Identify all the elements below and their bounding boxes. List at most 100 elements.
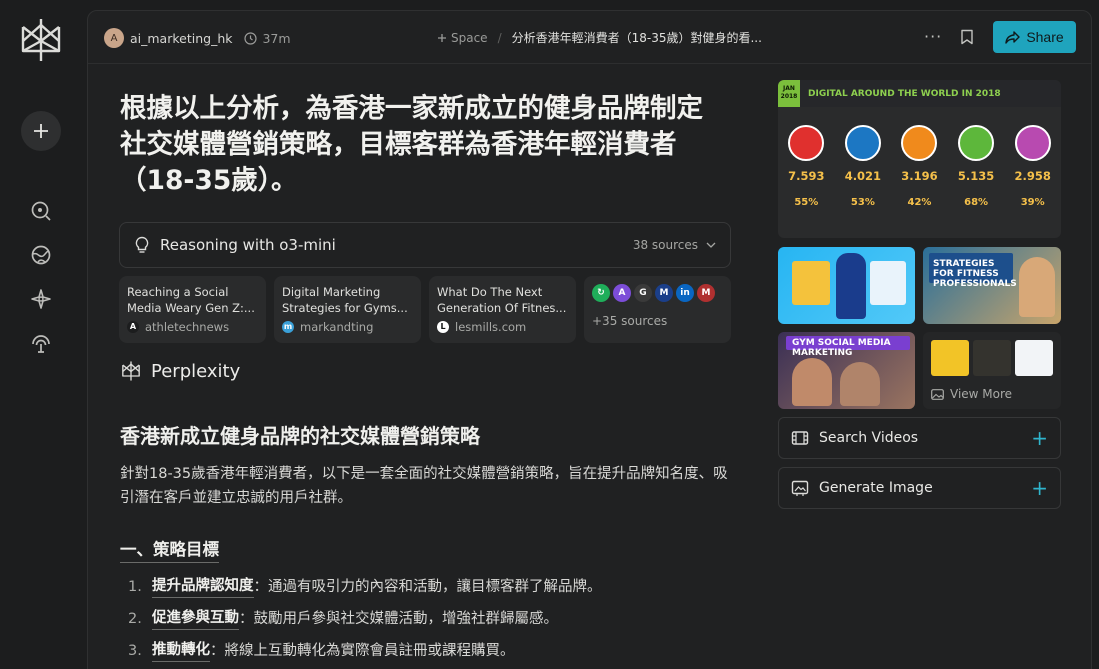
goal-text: ：通過有吸引力的內容和活動，讓目標客群了解品牌。	[253, 579, 602, 595]
author-name: ai_marketing_hk	[130, 30, 233, 46]
thumbnail-caption: GYM SOCIAL MEDIA MARKETING	[792, 338, 891, 358]
hero-badge: JAN 2018	[778, 80, 800, 107]
favicon-row: ↻ A G M in M	[592, 284, 723, 302]
stat-circle-icon	[788, 125, 825, 161]
add-to-space-button[interactable]: Space	[437, 31, 488, 45]
source-title: What Do The Next Generation Of Fitnes...	[437, 285, 567, 315]
stat-value: 2.958	[1014, 169, 1051, 183]
view-more-images-button[interactable]: View More	[923, 332, 1061, 409]
query-title: 根據以上分析，為香港一家新成立的健身品牌制定社交媒體營銷策略，目標客群為香港年輕…	[120, 93, 703, 196]
clock-icon	[244, 31, 258, 45]
favicon-icon: M	[697, 284, 715, 302]
discover-search-icon[interactable]	[30, 200, 52, 222]
image-result-thumbnail[interactable]: STRATEGIES FOR FITNESS PROFESSIONALS	[923, 247, 1061, 324]
more-options-button[interactable]: ···	[924, 27, 942, 46]
favicon-icon: m	[282, 321, 294, 333]
thread-author[interactable]: A ai_marketing_hk 37m	[104, 28, 291, 48]
image-preview	[1015, 340, 1053, 376]
stat-value: 5.135	[957, 169, 995, 183]
image-preview	[973, 340, 1011, 376]
favicon-icon: M	[655, 284, 673, 302]
favicon-icon: ↻	[592, 284, 610, 302]
goal-term: 提升品牌認知度	[152, 576, 254, 598]
brand-name: Perplexity	[151, 360, 241, 382]
list-number: 1.	[128, 579, 142, 595]
source-host: athletechnews	[145, 320, 230, 334]
sources-count-toggle[interactable]: 38 sources	[633, 238, 716, 252]
source-title: Digital Marketing Strategies for Gyms...	[282, 285, 408, 315]
hero-stat: 7.593 55%	[780, 125, 832, 208]
film-icon	[791, 431, 809, 445]
generate-image-label: Generate Image	[819, 480, 933, 496]
lightbulb-icon	[135, 236, 149, 253]
hero-stat: 4.021 53%	[837, 125, 889, 208]
source-card[interactable]: Reaching a Social Media Weary Gen Z:... …	[119, 276, 266, 343]
favicon-icon: L	[437, 321, 449, 333]
stat-sub: 53%	[850, 197, 875, 208]
source-cards: Reaching a Social Media Weary Gen Z:... …	[119, 276, 731, 343]
favicon-icon: A	[127, 321, 139, 333]
image-result-thumbnail[interactable]: GYM SOCIAL MEDIA MARKETING	[778, 332, 915, 409]
thread-title[interactable]: 分析香港年輕消費者（18-35歲）對健身的看...	[512, 29, 762, 46]
view-more-label: View More	[950, 387, 1013, 401]
list-number: 3.	[128, 643, 142, 659]
spaces-sparkle-icon[interactable]	[30, 288, 52, 310]
favicon-icon: in	[676, 284, 694, 302]
goal-text: ：將線上互動轉化為實際會員註冊或課程購買。	[210, 643, 515, 659]
bookmark-icon[interactable]	[960, 29, 974, 45]
perplexity-logo-icon[interactable]	[19, 17, 63, 63]
plus-icon	[438, 33, 446, 42]
perplexity-logo-icon	[122, 361, 140, 381]
thumbnail-caption: STRATEGIES FOR FITNESS PROFESSIONALS	[933, 259, 1017, 289]
list-item: 1. 提升品牌認知度 ：通過有吸引力的內容和活動，讓目標客群了解品牌。	[128, 571, 728, 603]
stat-circle-icon	[1014, 125, 1051, 161]
breadcrumb: Space / 分析香港年輕消費者（18-35歲）對健身的看...	[437, 29, 762, 46]
thread-panel: A ai_marketing_hk 37m Space / 分析香港年輕消費者（…	[87, 10, 1092, 669]
globe-icon[interactable]	[30, 244, 52, 266]
thread-age: 37m	[244, 31, 291, 46]
hero-title: DIGITAL AROUND THE WORLD IN 2018	[808, 88, 1001, 99]
source-card[interactable]: Digital Marketing Strategies for Gyms...…	[274, 276, 421, 343]
section-heading: 一、策略目標	[120, 536, 219, 563]
source-card[interactable]: What Do The Next Generation Of Fitnes...…	[429, 276, 576, 343]
avatar: A	[104, 28, 124, 48]
reasoning-panel[interactable]: Reasoning with o3-mini 38 sources	[119, 222, 731, 268]
answer-intro: 針對18-35歲香港年輕消費者，以下是一套全面的社交媒體營銷策略，旨在提升品牌知…	[120, 466, 728, 506]
share-button[interactable]: Share	[993, 21, 1076, 53]
search-videos-label: Search Videos	[819, 430, 919, 446]
source-host: lesmills.com	[455, 320, 527, 334]
hero-stat: 2.958 39%	[1007, 125, 1059, 208]
stat-circle-icon	[958, 125, 995, 161]
source-title: Reaching a Social Media Weary Gen Z:...	[127, 285, 255, 315]
image-preview	[931, 340, 969, 376]
breadcrumb-separator: /	[497, 30, 502, 45]
search-videos-button[interactable]: Search Videos +	[778, 417, 1061, 459]
stat-circle-icon	[901, 125, 938, 161]
add-icon: +	[1031, 426, 1048, 450]
broadcast-icon[interactable]	[30, 332, 52, 354]
image-result-thumbnail[interactable]	[778, 247, 915, 324]
list-number: 2.	[128, 611, 142, 627]
sources-count: 38 sources	[632, 238, 698, 252]
share-label: Share	[1026, 29, 1064, 45]
left-rail	[0, 0, 82, 669]
thread-header: A ai_marketing_hk 37m Space / 分析香港年輕消費者（…	[88, 11, 1091, 64]
generate-image-button[interactable]: Generate Image +	[778, 467, 1061, 509]
reasoning-label: Reasoning with o3-mini	[160, 236, 336, 254]
goal-term: 促進參與互動	[152, 608, 239, 630]
image-result-digital-2018[interactable]: JAN 2018 DIGITAL AROUND THE WORLD IN 201…	[778, 80, 1061, 238]
hero-stats: 7.593 55% 4.021 53% 3.196 42% 5.135 68% …	[778, 107, 1061, 208]
chevron-down-icon	[706, 242, 716, 248]
add-icon: +	[1031, 476, 1048, 500]
more-sources-card[interactable]: ↻ A G M in M +35 sources	[584, 276, 731, 343]
share-arrow-icon	[1005, 30, 1021, 44]
stat-sub: 68%	[964, 197, 989, 208]
image-icon	[931, 388, 944, 400]
list-item: 2. 促進參與互動 ：鼓勵用戶參與社交媒體活動，增強社群歸屬感。	[128, 603, 728, 635]
new-thread-button[interactable]	[21, 111, 61, 151]
favicon-icon: G	[634, 284, 652, 302]
hero-stat: 3.196 42%	[893, 125, 945, 208]
answer-source-label: Perplexity	[121, 360, 240, 382]
source-host: markandting	[300, 320, 374, 334]
answer-heading: 香港新成立健身品牌的社交媒體營銷策略	[120, 424, 480, 448]
